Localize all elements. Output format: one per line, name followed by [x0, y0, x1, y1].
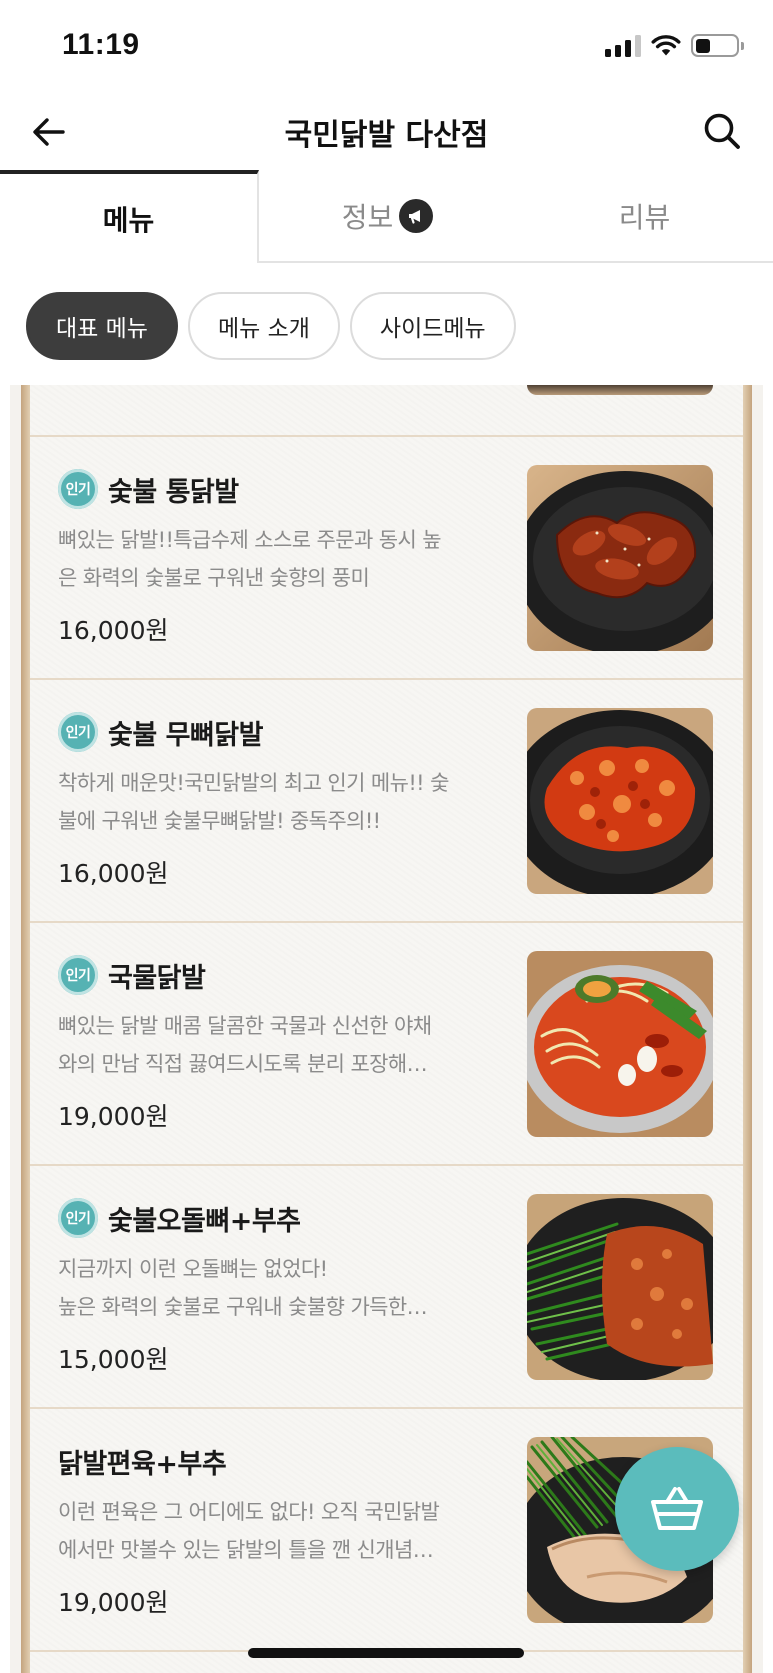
store-title: 국민닭발 다산점: [284, 118, 489, 153]
menu-item-price: 19,000원: [58, 1102, 169, 1131]
menu-item[interactable]: 인기 국물닭발 뼈있는 닭발 매콤 달콤한 국물과 신선한 야채 와의 만남 직…: [30, 923, 743, 1166]
megaphone-icon: [399, 198, 434, 233]
tab-menu-label: 메뉴: [102, 203, 155, 237]
menu-item-photo: [527, 951, 713, 1137]
tab-review-label: 리뷰: [618, 200, 671, 234]
popular-badge: 인기: [58, 1198, 98, 1238]
search-icon: [704, 113, 740, 149]
menu-item-name: 숯불 통닭발: [108, 476, 239, 508]
search-button[interactable]: [701, 110, 743, 152]
menu-item-description: 뼈있는 닭발!!특급수제 소스로 주문과 동시 높 은 화력의 숯불로 구워낸 …: [58, 528, 442, 590]
menu-item[interactable]: 인기 숯불 무뼈닭발 착하게 매운맛!국민닭발의 최고 인기 메뉴!! 숯 불에…: [30, 680, 743, 923]
popular-badge: 인기: [58, 469, 98, 509]
popular-badge: 인기: [58, 712, 98, 752]
menu-item-description: 뼈있는 닭발 매콤 달콤한 국물과 신선한 야채 와의 만남 직접 끓여드시도록…: [58, 1014, 432, 1076]
menu-item-name: 숯불 무뼈닭발: [108, 719, 263, 751]
menu-item-photo: [527, 1194, 713, 1380]
category-chips: 대표 메뉴 메뉴 소개 사이드메뉴: [26, 292, 516, 360]
wifi-icon: [651, 34, 681, 55]
tab-review[interactable]: 리뷰: [516, 170, 773, 263]
menu-item-price: 16,000원: [58, 859, 169, 888]
cellular-signal-icon: [605, 34, 641, 57]
menu-item-name: 숯불오돌뼈+부추: [108, 1205, 301, 1237]
app-header: 국민닭발 다산점: [0, 92, 773, 170]
menu-item[interactable]: 인기 숯불 통닭발 뼈있는 닭발!!특급수제 소스로 주문과 동시 높 은 화력…: [30, 437, 743, 680]
chip-menu-intro[interactable]: 메뉴 소개: [187, 292, 340, 360]
tab-info[interactable]: 정보: [259, 170, 516, 263]
menu-item-name: 닭발편육+부추: [58, 1448, 227, 1480]
status-bar: 11:19: [0, 0, 773, 92]
status-icons: [605, 34, 744, 57]
menu-item-photo: [527, 708, 713, 894]
menu-item-photo: [527, 465, 713, 651]
frame-border-left: [21, 385, 30, 1673]
tab-info-label: 정보: [341, 200, 394, 234]
menu-item-description: 착하게 매운맛!국민닭발의 최고 인기 메뉴!! 숯 불에 구워낸 숯불무뼈닭발…: [58, 771, 449, 833]
frame-border-right: [743, 385, 752, 1673]
menu-item-price: 16,000원: [58, 616, 169, 645]
menu-item-price: 15,000원: [58, 1345, 169, 1374]
home-indicator: [248, 1648, 524, 1658]
battery-icon: [691, 34, 744, 57]
store-tabs: 메뉴 정보 리뷰: [0, 170, 773, 263]
menu-item-description: 지금까지 이런 오돌뼈는 없었다! 높은 화력의 숯불로 구워내 숯불향 가득한…: [58, 1257, 428, 1319]
popular-badge: 인기: [58, 955, 98, 995]
list-item-partial[interactable]: [30, 385, 743, 437]
chip-signature-menu[interactable]: 대표 메뉴: [26, 292, 178, 360]
menu-item-photo: [527, 385, 713, 395]
menu-item-description: 이런 편육은 그 어디에도 없다! 오직 국민닭발 에서만 맛볼수 있는 닭발의…: [58, 1500, 440, 1562]
menu-item-name: 국물닭발: [108, 962, 206, 994]
chip-side-menu[interactable]: 사이드메뉴: [349, 292, 516, 360]
basket-icon: [651, 1487, 703, 1530]
menu-item-price: 19,000원: [58, 1588, 169, 1617]
cart-button[interactable]: [615, 1447, 739, 1571]
tab-menu[interactable]: 메뉴: [0, 170, 259, 263]
status-time: 11:19: [62, 28, 140, 61]
menu-item[interactable]: 인기 숯불오돌뼈+부추 지금까지 이런 오돌뼈는 없었다! 높은 화력의 숯불로…: [30, 1166, 743, 1409]
